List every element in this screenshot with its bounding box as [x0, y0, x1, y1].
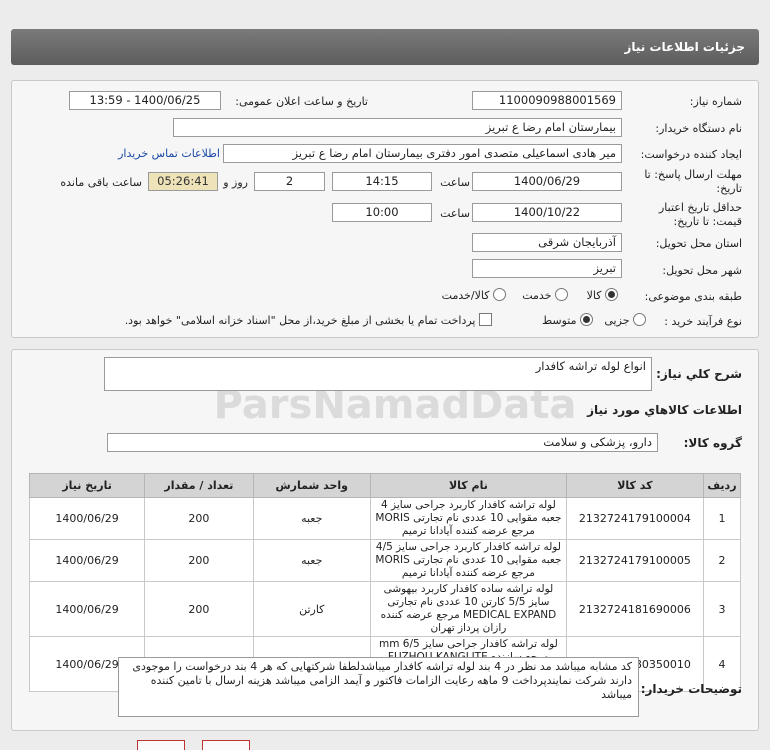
announce-label: تاریخ و ساعت اعلان عمومی: [235, 95, 368, 108]
validity-label: حداقل تاریخ اعتبار [658, 201, 742, 214]
province-label: استان محل تحویل: [655, 237, 742, 250]
deadline-time-label: ساعت [440, 176, 470, 189]
announce-field: 1400/06/25 - 13:59 [69, 91, 221, 110]
creator-field: میر هادی اسماعیلی متصدی امور دفتری بیمار… [223, 144, 622, 163]
radio-selected-icon[interactable] [605, 288, 618, 301]
category-option-service[interactable]: خدمت [522, 288, 568, 302]
cell-unit: کارتن [252, 581, 371, 637]
need-number-label: شماره نیاز: [689, 95, 742, 108]
cell-unit: جعبه [252, 539, 371, 582]
category-option-service-label: خدمت [522, 289, 552, 302]
validity-date-field: 1400/10/22 [472, 203, 622, 222]
buyer-notes-field: کد مشابه میباشد مد نظر در 4 بند لوله ترا… [118, 657, 639, 717]
need-number-field: 1100090988001569 [472, 91, 622, 110]
table-row: 2 2132724179100005 لوله تراشه کافدار کار… [28, 539, 742, 582]
col-row-header: ردیف [702, 473, 742, 498]
deadline-label-2: تاریخ: [716, 182, 742, 195]
col-qty-header: تعداد / مقدار [144, 473, 254, 498]
goods-section-title: اطلاعات کالاهاي مورد نياز [587, 403, 742, 417]
validity-time-label: ساعت [440, 207, 470, 220]
city-field: تبریز [472, 259, 622, 278]
buyer-field: بیمارستان امام رضا ع تبریز [173, 118, 622, 137]
treasury-checkbox[interactable] [479, 313, 492, 326]
days-label: روز و [223, 176, 248, 189]
bottom-button-left[interactable] [137, 740, 185, 750]
remaining-label: ساعت باقی مانده [60, 176, 142, 189]
cell-name: لوله تراشه کافدار کاربرد جراحی سایز 4 جع… [370, 497, 567, 540]
table-header-row: ردیف کد کالا نام کالا واحد شمارش تعداد /… [28, 473, 742, 498]
deadline-label: مهلت ارسال پاسخ: تا [644, 168, 742, 181]
cell-name: لوله تراشه کافدار کاربرد جراحی سایز 4/5 … [370, 539, 567, 582]
days-field: 2 [254, 172, 325, 191]
deadline-time-field: 14:15 [332, 172, 432, 191]
cell-row: 2 [702, 539, 742, 582]
category-option-goods-label: کالا [586, 289, 602, 302]
page-title: جزئیات اطلاعات نیاز [624, 40, 745, 54]
bottom-button-right[interactable] [202, 740, 250, 750]
cell-qty: 200 [144, 539, 254, 582]
summary-label: شرح کلي نياز: [656, 367, 742, 381]
validity-time-field: 10:00 [332, 203, 432, 222]
purchase-type-label: نوع فرآیند خرید : [664, 315, 742, 328]
buyer-notes-label: توضیحات خریدار: [640, 682, 742, 696]
radio-unselected-icon[interactable] [633, 313, 646, 326]
group-label: گروه کالا: [683, 436, 742, 450]
radio-selected-icon[interactable] [580, 313, 593, 326]
cell-qty: 200 [144, 497, 254, 540]
cell-code: 2132724179100005 [565, 539, 704, 582]
summary-field: انواع لوله تراشه کافدار [104, 357, 652, 391]
col-date-header: تاریخ نیاز [28, 473, 146, 498]
purchase-option-medium[interactable]: متوسط [542, 313, 593, 327]
cell-unit: جعبه [252, 497, 371, 540]
category-option-goods[interactable]: کالا [587, 288, 618, 302]
table-row: 1 2132724179100004 لوله تراشه کافدار کار… [28, 497, 742, 540]
buyer-contact-link[interactable]: اطلاعات تماس خریدار [118, 147, 220, 160]
purchase-option-minor[interactable]: جزیی [604, 313, 646, 327]
col-name-header: نام کالا [370, 473, 567, 498]
purchase-option-minor-label: جزیی [604, 314, 630, 327]
table-row: 3 2132724181690006 لوله تراشه ساده کافدا… [28, 581, 742, 637]
cell-date: 1400/06/29 [28, 581, 146, 637]
cell-row: 1 [702, 497, 742, 540]
category-option-both-label: کالا/خدمت [441, 289, 490, 302]
col-code-header: کد کالا [565, 473, 704, 498]
cell-name: لوله تراشه ساده کافدار کاربرد بیهوشی سای… [370, 581, 567, 637]
category-option-both[interactable]: کالا/خدمت [442, 288, 506, 302]
page-header: جزئیات اطلاعات نیاز [11, 29, 759, 65]
cell-qty: 200 [144, 581, 254, 637]
cell-date: 1400/06/29 [28, 539, 146, 582]
category-label: طبقه بندی موضوعی: [644, 290, 742, 303]
treasury-note: پرداخت تمام یا بخشی از مبلغ خرید،از محل … [124, 314, 476, 327]
remaining-time-field: 05:26:41 [148, 172, 218, 191]
cell-code: 2132724181690006 [565, 581, 704, 637]
cell-code: 2132724179100004 [565, 497, 704, 540]
buyer-label: نام دستگاه خریدار: [655, 122, 742, 135]
cell-date: 1400/06/29 [28, 497, 146, 540]
province-field: آذربایجان شرقی [472, 233, 622, 252]
radio-unselected-icon[interactable] [493, 288, 506, 301]
treasury-checkbox-row[interactable]: پرداخت تمام یا بخشی از مبلغ خرید،از محل … [125, 313, 492, 327]
purchase-option-medium-label: متوسط [541, 314, 577, 327]
city-label: شهر محل تحویل: [662, 264, 742, 277]
cell-row: 3 [702, 581, 742, 637]
col-unit-header: واحد شمارش [252, 473, 371, 498]
validity-label-2: قیمت: تا تاریخ: [673, 215, 742, 228]
group-field: دارو، پزشکی و سلامت [107, 433, 658, 452]
deadline-date-field: 1400/06/29 [472, 172, 622, 191]
radio-unselected-icon[interactable] [555, 288, 568, 301]
creator-label: ایجاد کننده درخواست: [640, 148, 742, 161]
